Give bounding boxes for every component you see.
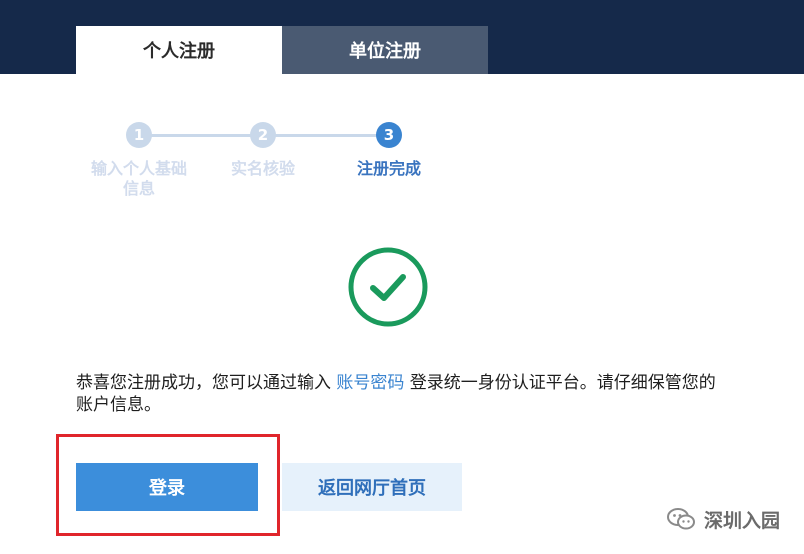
step-2-number: 2 (257, 126, 269, 144)
step-1-label-line2: 信息 (122, 179, 155, 198)
step-1-label-line1: 输入个人基础 (90, 159, 187, 178)
success-message: 恭喜您注册成功，您可以通过输入 账号密码 登录统一身份认证平台。请仔细保管您的账… (76, 372, 716, 416)
tab-personal-registration[interactable]: 个人注册 (76, 26, 282, 74)
step-3-number: 3 (383, 126, 395, 144)
step-3-label: 注册完成 (336, 159, 442, 179)
wechat-icon (667, 508, 695, 530)
step-1-number: 1 (133, 126, 145, 144)
step-2-label: 实名核验 (210, 159, 316, 179)
step-3-label-line1: 注册完成 (356, 159, 421, 178)
step-2-label-line1: 实名核验 (230, 159, 295, 178)
watermark-text: 深圳入园 (704, 509, 781, 532)
step-2-indicator: 2 (250, 122, 276, 148)
tab-company-registration[interactable]: 单位注册 (282, 26, 488, 74)
account-password-link[interactable]: 账号密码 (336, 373, 404, 393)
watermark: 深圳入园 (666, 502, 780, 536)
step-1-label: 输入个人基础 信息 (76, 159, 202, 199)
back-to-home-button[interactable]: 返回网厅首页 (282, 463, 462, 511)
check-circle-icon (348, 247, 428, 327)
step-1-indicator: 1 (126, 122, 152, 148)
message-text-before: 恭喜您注册成功，您可以通过输入 (76, 373, 337, 393)
login-button[interactable]: 登录 (76, 463, 258, 511)
step-3-indicator: 3 (376, 122, 402, 148)
